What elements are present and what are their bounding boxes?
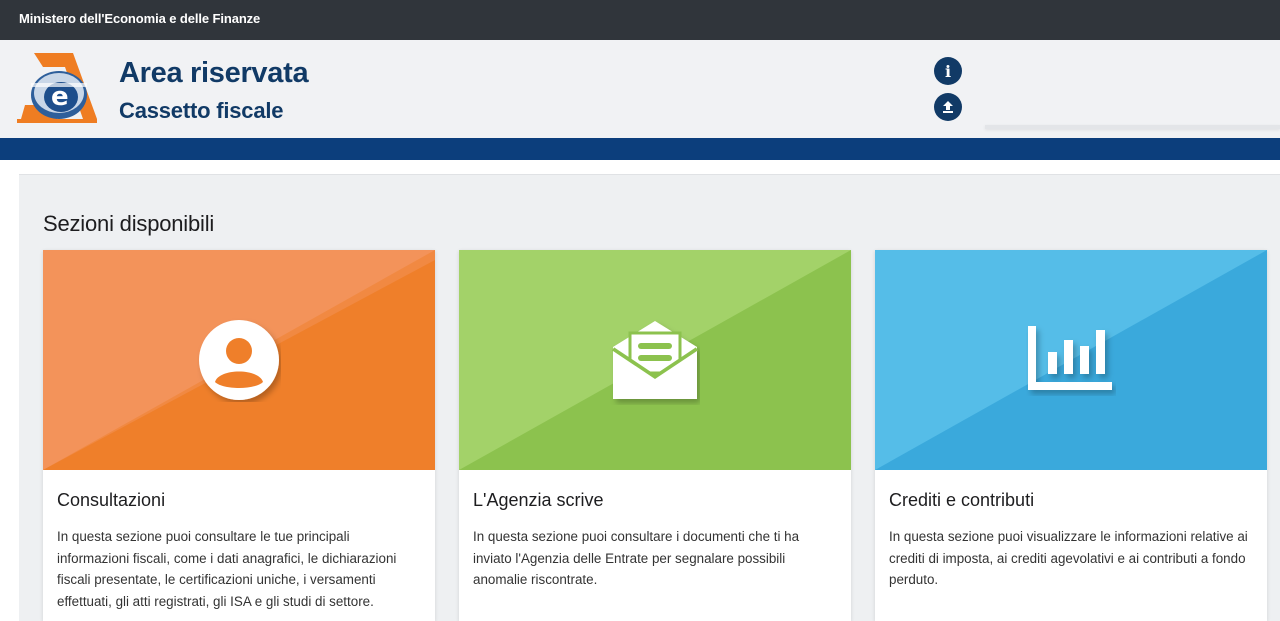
card-description: In questa sezione puoi visualizzare le i… xyxy=(889,529,1248,587)
card-description: In questa sezione puoi consultare i docu… xyxy=(473,529,800,587)
card-banner xyxy=(459,250,851,470)
page-title: Area riservata xyxy=(119,57,309,89)
card-crediti-contributi[interactable]: Crediti e contributi In questa sezione p… xyxy=(875,250,1267,621)
info-icon[interactable]: i xyxy=(934,57,962,85)
open-envelope-icon xyxy=(611,321,699,399)
card-banner xyxy=(875,250,1267,470)
card-title[interactable]: Crediti e contributi xyxy=(889,490,1034,511)
header: e Area riservata Cassetto fiscale i xyxy=(0,40,1280,138)
user-icon xyxy=(199,320,279,400)
section-title: Sezioni disponibili xyxy=(43,211,215,236)
bar-chart-icon xyxy=(1028,326,1112,390)
agenzia-entrate-logo[interactable]: e xyxy=(17,53,97,125)
ministry-link[interactable]: Ministero dell'Economia e delle Finanze xyxy=(19,11,260,26)
card-agenzia-scrive[interactable]: L'Agenzia scrive In questa sezione puoi … xyxy=(459,250,851,621)
card-title[interactable]: Consultazioni xyxy=(57,490,165,511)
blue-stripe xyxy=(0,138,1280,160)
card-title[interactable]: L'Agenzia scrive xyxy=(473,490,604,511)
page-subtitle: Cassetto fiscale xyxy=(119,98,284,123)
header-divider xyxy=(985,125,1280,129)
card-description: In questa sezione puoi consultare le tue… xyxy=(57,529,397,609)
top-bar: Ministero dell'Economia e delle Finanze xyxy=(0,0,1280,40)
card-banner xyxy=(43,250,435,470)
upload-icon[interactable] xyxy=(934,93,962,121)
card-consultazioni[interactable]: Consultazioni In questa sezione puoi con… xyxy=(43,250,435,621)
